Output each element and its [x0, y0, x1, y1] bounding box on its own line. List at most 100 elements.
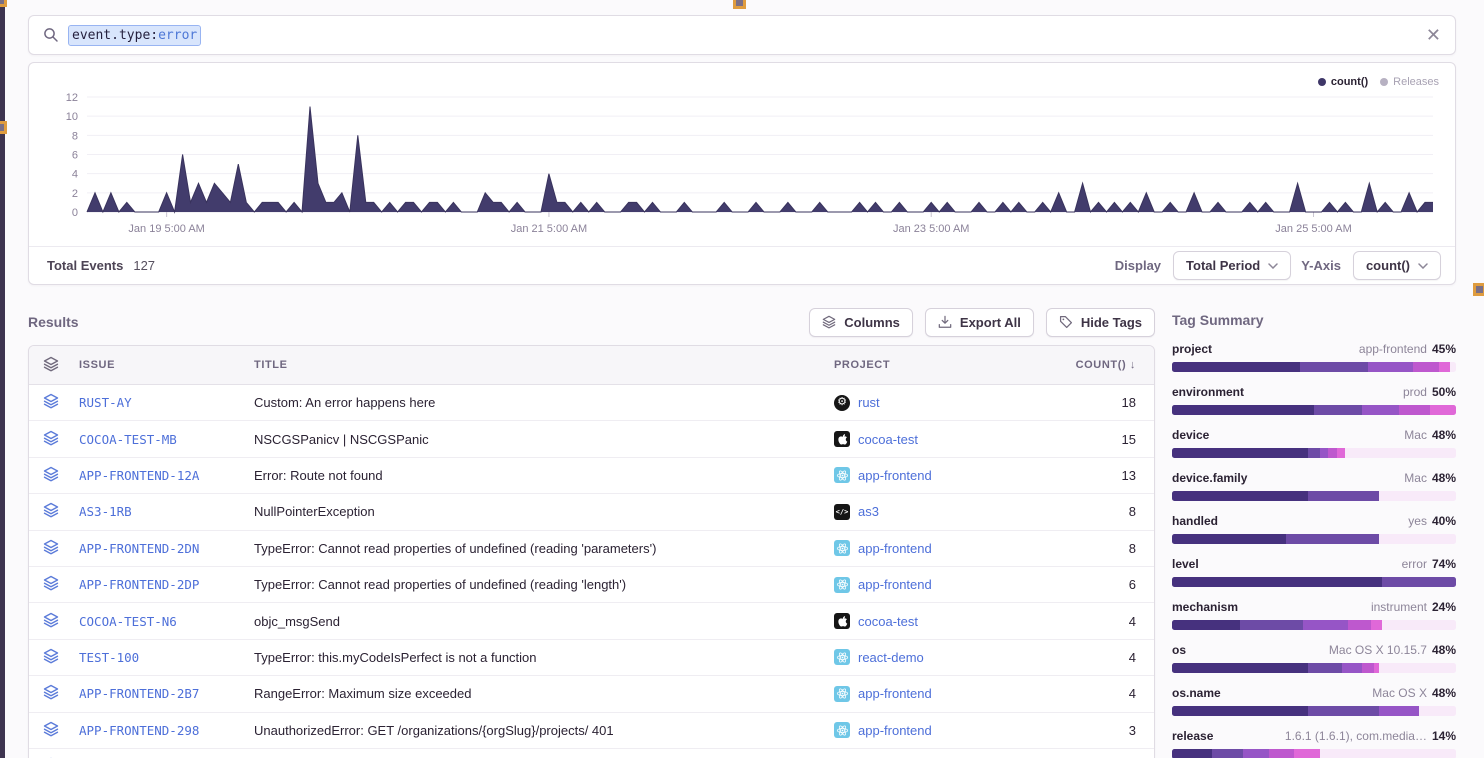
tag-bar-segment[interactable] — [1320, 448, 1329, 458]
tag-bar-segment[interactable] — [1172, 706, 1308, 716]
table-row[interactable]: COCOA-TEST-N6 objc_msgSend cocoa-test 4 — [29, 603, 1154, 639]
issue-link[interactable]: TEST-100 — [79, 650, 254, 665]
issue-link[interactable]: APP-FRONTEND-298 — [79, 723, 254, 738]
tag-distribution-bar[interactable] — [1172, 663, 1456, 673]
selection-handle[interactable] — [733, 0, 746, 9]
project-link[interactable]: react-demo — [858, 650, 924, 665]
tag-row[interactable]: os.name Mac OS X 48% — [1172, 686, 1456, 716]
column-header-count[interactable]: COUNT() ↓ — [1046, 359, 1136, 371]
issue-link[interactable]: COCOA-TEST-MB — [79, 432, 254, 447]
tag-distribution-bar[interactable] — [1172, 577, 1456, 587]
tag-row[interactable]: device.family Mac 48% — [1172, 471, 1456, 501]
tag-bar-segment[interactable] — [1172, 405, 1314, 415]
tag-bar-segment[interactable] — [1303, 620, 1348, 630]
table-row[interactable]: COCOA-TEST-MB NSCGSPanicv | NSCGSPanic c… — [29, 421, 1154, 457]
issue-link[interactable]: APP-FRONTEND-2B7 — [79, 686, 254, 701]
table-row[interactable]: APP-FRONTEND-298 UnauthorizedError: GET … — [29, 713, 1154, 749]
tag-bar-segment[interactable] — [1172, 663, 1308, 673]
tag-bar-segment[interactable] — [1371, 620, 1382, 630]
tag-bar-segment[interactable] — [1399, 405, 1430, 415]
display-dropdown[interactable]: Total Period — [1173, 251, 1291, 280]
table-row[interactable] — [29, 749, 1154, 758]
tag-distribution-bar[interactable] — [1172, 448, 1456, 458]
tag-bar-segment[interactable] — [1243, 749, 1269, 758]
yaxis-dropdown[interactable]: count() — [1353, 251, 1441, 280]
tag-bar-segment[interactable] — [1172, 749, 1212, 758]
tag-bar-segment[interactable] — [1172, 491, 1308, 501]
tag-bar-segment[interactable] — [1286, 534, 1380, 544]
tag-bar-segment[interactable] — [1300, 362, 1368, 372]
tag-bar-segment[interactable] — [1345, 448, 1456, 458]
search-input[interactable]: event.type:error — [69, 28, 200, 43]
issue-link[interactable]: APP-FRONTEND-2DN — [79, 541, 254, 556]
tag-bar-segment[interactable] — [1172, 577, 1382, 587]
tag-bar-segment[interactable] — [1379, 534, 1456, 544]
tag-row[interactable]: os Mac OS X 10.15.7 48% — [1172, 643, 1456, 673]
issue-link[interactable]: COCOA-TEST-N6 — [79, 614, 254, 629]
tag-bar-segment[interactable] — [1172, 620, 1240, 630]
tag-bar-segment[interactable] — [1240, 620, 1302, 630]
tag-bar-segment[interactable] — [1308, 706, 1379, 716]
tag-distribution-bar[interactable] — [1172, 405, 1456, 415]
export-all-button[interactable]: Export All — [925, 308, 1034, 337]
tag-bar-segment[interactable] — [1382, 620, 1456, 630]
tag-row[interactable]: device Mac 48% — [1172, 428, 1456, 458]
selection-handle[interactable] — [1473, 283, 1484, 296]
search-clear-icon[interactable]: ✕ — [1426, 26, 1441, 44]
table-row[interactable]: APP-FRONTEND-12A Error: Route not found … — [29, 458, 1154, 494]
tag-bar-segment[interactable] — [1320, 749, 1456, 758]
tag-bar-segment[interactable] — [1314, 405, 1362, 415]
tag-bar-segment[interactable] — [1308, 448, 1319, 458]
tag-row[interactable]: handled yes 40% — [1172, 514, 1456, 544]
columns-button[interactable]: Columns — [809, 308, 913, 337]
tag-bar-segment[interactable] — [1328, 448, 1337, 458]
tag-row[interactable]: project app-frontend 45% — [1172, 342, 1456, 372]
table-row[interactable]: TEST-100 TypeError: this.myCodeIsPerfect… — [29, 640, 1154, 676]
tag-bar-segment[interactable] — [1337, 448, 1346, 458]
tag-bar-segment[interactable] — [1450, 362, 1456, 372]
issue-link[interactable]: RUST-AY — [79, 395, 254, 410]
table-row[interactable]: APP-FRONTEND-2DN TypeError: Cannot read … — [29, 531, 1154, 567]
tag-distribution-bar[interactable] — [1172, 491, 1456, 501]
tag-bar-segment[interactable] — [1294, 749, 1320, 758]
tag-bar-segment[interactable] — [1430, 405, 1456, 415]
tag-bar-segment[interactable] — [1308, 663, 1342, 673]
column-header-project[interactable]: PROJECT — [834, 359, 1046, 371]
tag-bar-segment[interactable] — [1382, 577, 1456, 587]
tag-bar-segment[interactable] — [1172, 534, 1286, 544]
tag-row[interactable]: environment prod 50% — [1172, 385, 1456, 415]
tag-bar-segment[interactable] — [1439, 362, 1450, 372]
tag-bar-segment[interactable] — [1342, 663, 1362, 673]
tag-bar-segment[interactable] — [1348, 620, 1371, 630]
tag-row[interactable]: level error 74% — [1172, 557, 1456, 587]
tag-bar-segment[interactable] — [1379, 706, 1419, 716]
tag-bar-segment[interactable] — [1212, 749, 1243, 758]
column-header-issue[interactable]: ISSUE — [79, 359, 254, 371]
project-link[interactable]: app-frontend — [858, 577, 932, 592]
tag-row[interactable]: release 1.6.1 (1.6.1), com.media… 14% — [1172, 729, 1456, 758]
project-link[interactable]: app-frontend — [858, 723, 932, 738]
tag-bar-segment[interactable] — [1413, 362, 1439, 372]
issue-link[interactable]: APP-FRONTEND-12A — [79, 468, 254, 483]
tag-bar-segment[interactable] — [1362, 405, 1399, 415]
search-bar[interactable]: event.type:error ✕ — [28, 15, 1456, 55]
tag-distribution-bar[interactable] — [1172, 706, 1456, 716]
tag-bar-segment[interactable] — [1172, 362, 1300, 372]
tag-bar-segment[interactable] — [1368, 362, 1413, 372]
tag-distribution-bar[interactable] — [1172, 534, 1456, 544]
tag-bar-segment[interactable] — [1362, 663, 1373, 673]
tag-bar-segment[interactable] — [1269, 749, 1295, 758]
project-link[interactable]: cocoa-test — [858, 432, 918, 447]
tag-bar-segment[interactable] — [1419, 706, 1456, 716]
tag-distribution-bar[interactable] — [1172, 620, 1456, 630]
project-link[interactable]: app-frontend — [858, 541, 932, 556]
project-link[interactable]: rust — [858, 395, 880, 410]
project-link[interactable]: cocoa-test — [858, 614, 918, 629]
tag-bar-segment[interactable] — [1172, 448, 1308, 458]
tag-distribution-bar[interactable] — [1172, 749, 1456, 758]
tag-distribution-bar[interactable] — [1172, 362, 1456, 372]
project-link[interactable]: app-frontend — [858, 468, 932, 483]
issue-link[interactable]: APP-FRONTEND-2DP — [79, 577, 254, 592]
project-link[interactable]: app-frontend — [858, 686, 932, 701]
issue-link[interactable]: AS3-1RB — [79, 504, 254, 519]
